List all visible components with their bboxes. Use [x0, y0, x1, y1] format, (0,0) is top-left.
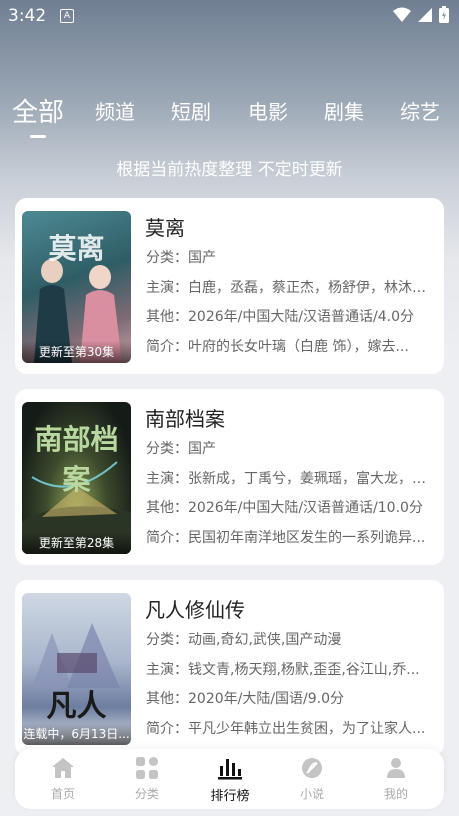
active-tab-indicator [30, 135, 46, 138]
ranking-card[interactable]: 南部档案 更新至第28集 南部档案 分类：国产 主演：张新成，丁禹兮，姜珮瑶，富… [15, 389, 444, 565]
tab-channel[interactable]: 频道 [95, 96, 135, 125]
ranking-card[interactable]: 莫离 更新至第30集 莫离 分类：国产 主演：白鹿，丞磊，蔡正杰，杨舒伊，林沐然… [15, 198, 444, 374]
nav-label: 我的 [383, 787, 408, 801]
nav-home[interactable]: 首页 [28, 755, 98, 802]
nav-label: 排行榜 [210, 789, 250, 804]
ranking-subtitle: 根据当前热度整理 不定时更新 [116, 160, 343, 180]
item-title[interactable]: 南部档案 [145, 403, 225, 432]
status-icons [393, 6, 449, 23]
status-bar: 3:42 A [0, 0, 459, 32]
nav-label: 首页 [50, 787, 75, 801]
battery-icon [439, 6, 449, 23]
tab-all[interactable]: 全部 [12, 92, 64, 129]
item-genre: 分类：国产 [146, 441, 216, 457]
poster-image[interactable]: 南部档案 更新至第28集 [22, 402, 131, 554]
poster-image[interactable]: 莫离 更新至第30集 [22, 211, 131, 363]
poster-image[interactable]: 凡人 连载中，6月13日... [22, 593, 131, 745]
home-icon [52, 758, 74, 778]
notification-icon: A [60, 9, 74, 23]
category-tabs: 全部 频道 短剧 电影 剧集 综艺 [0, 96, 459, 136]
tab-series[interactable]: 剧集 [324, 96, 364, 125]
nav-profile[interactable]: 我的 [361, 755, 431, 802]
item-other: 其他：2020年/大陆/国语/9.0分 [146, 691, 345, 707]
ranking-icon [218, 759, 242, 780]
tab-variety[interactable]: 综艺 [400, 96, 440, 125]
poster-caption: 更新至第30集 [22, 341, 131, 363]
tab-movie[interactable]: 电影 [248, 96, 288, 125]
category-icon [136, 757, 158, 779]
signal-icon [418, 7, 432, 22]
nav-category[interactable]: 分类 [112, 755, 182, 802]
ranking-card[interactable]: 凡人 连载中，6月13日... 凡人修仙传 分类：动画,奇幻,武侠,国产动漫 主… [15, 580, 444, 756]
item-synopsis: 简介：平凡少年韩立出生贫困，为了让家人... [146, 721, 426, 737]
profile-icon [387, 758, 405, 778]
status-time: 3:42 [8, 6, 47, 26]
poster-title: 凡人 [46, 689, 107, 724]
bottom-navigation: 首页 分类 排行榜 小说 我的 [15, 749, 444, 809]
poster-title: 莫离 [48, 232, 105, 265]
nav-label: 小说 [299, 787, 324, 801]
nav-ranking[interactable]: 排行榜 [195, 755, 265, 804]
nav-label: 分类 [134, 787, 159, 801]
item-genre: 分类：动画,奇幻,武侠,国产动漫 [146, 632, 342, 648]
nav-novel[interactable]: 小说 [277, 755, 347, 802]
item-cast: 主演：白鹿，丞磊，蔡正杰，杨舒伊，林沐然... [146, 280, 436, 296]
poster-caption: 连载中，6月13日... [22, 723, 131, 745]
novel-icon [302, 758, 322, 778]
item-cast: 主演：钱文青,杨天翔,杨默,歪歪,谷江山,乔... [146, 662, 420, 678]
item-synopsis: 简介：民国初年南洋地区发生的一系列诡异... [146, 530, 426, 546]
item-genre: 分类：国产 [146, 250, 216, 266]
item-title[interactable]: 莫离 [145, 212, 185, 241]
item-other: 其他：2026年/中国大陆/汉语普通话/4.0分 [146, 309, 415, 325]
item-cast: 主演：张新成，丁禹兮，姜珮瑶，富大龙，刘... [146, 471, 436, 487]
item-title[interactable]: 凡人修仙传 [145, 594, 245, 623]
wifi-icon [393, 7, 411, 22]
poster-title: 南部档案 [34, 423, 119, 496]
item-other: 其他：2026年/中国大陆/汉语普通话/10.0分 [146, 500, 423, 516]
poster-caption: 更新至第28集 [22, 532, 131, 554]
tab-short-drama[interactable]: 短剧 [171, 96, 211, 125]
item-synopsis: 简介：叶府的长女叶璃（白鹿 饰），嫁去... [146, 339, 409, 355]
